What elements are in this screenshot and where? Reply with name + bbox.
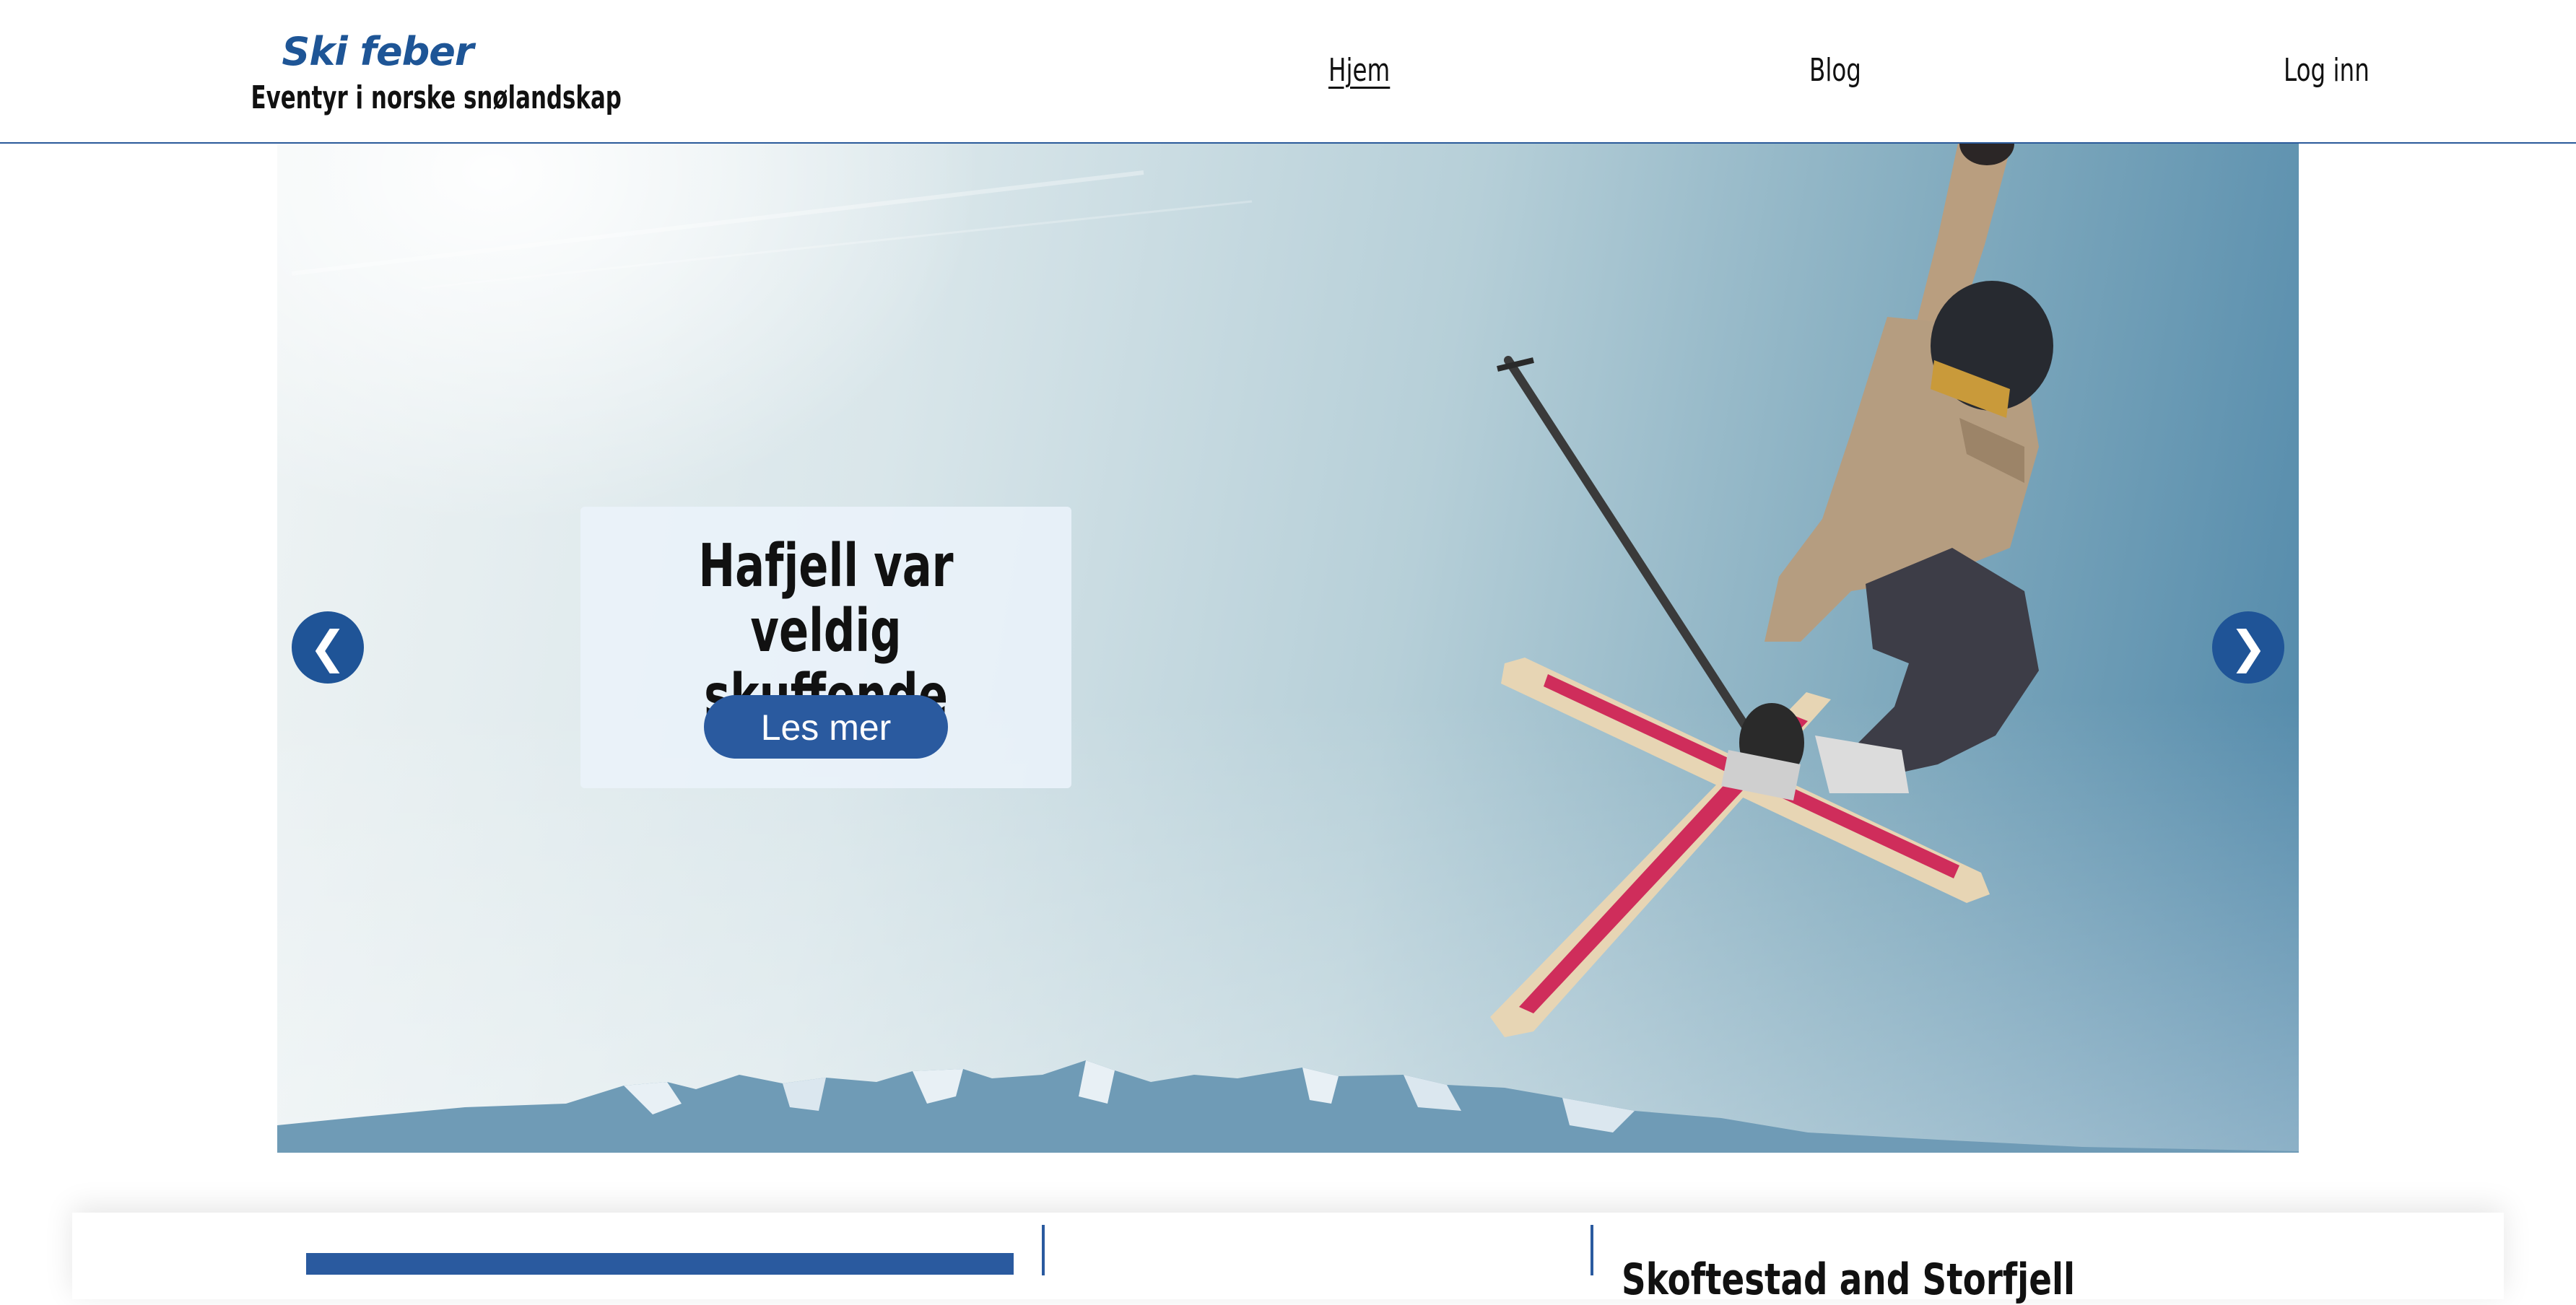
site-logo[interactable]: Ski feber Eventyr i norske snølandskap bbox=[215, 29, 622, 118]
chevron-left-icon: ❮ bbox=[309, 621, 347, 673]
nav-link-home[interactable]: Hjem bbox=[1328, 49, 1390, 92]
logo-title: Ski feber bbox=[282, 29, 474, 74]
nav-link-blog[interactable]: Blog bbox=[1809, 49, 1861, 92]
slider-prev-button[interactable]: ❮ bbox=[292, 611, 364, 684]
hero-slider: Hafjell var veldig skuffende Les mer ❮ ❯ bbox=[277, 144, 2299, 1153]
read-more-button[interactable]: Les mer bbox=[704, 695, 948, 759]
chevron-right-icon: ❯ bbox=[2229, 621, 2267, 673]
mountain-range-icon bbox=[277, 1060, 2299, 1153]
card-divider bbox=[1042, 1225, 1045, 1275]
slider-next-button[interactable]: ❯ bbox=[2212, 611, 2284, 684]
slide-caption-card: Hafjell var veldig skuffende Les mer bbox=[580, 507, 1071, 788]
nav-link-login[interactable]: Log inn bbox=[2284, 49, 2370, 92]
card-image[interactable] bbox=[306, 1253, 1014, 1275]
site-header: Ski feber Eventyr i norske snølandskap H… bbox=[0, 0, 2576, 144]
card-heading[interactable]: Skoftestad and Storfjell bbox=[1622, 1254, 2075, 1305]
logo-tagline: Eventyr i norske snølandskap bbox=[251, 79, 622, 116]
card-divider bbox=[1591, 1225, 1593, 1275]
skier-figure bbox=[1721, 144, 2053, 800]
light-streak bbox=[291, 170, 1144, 276]
